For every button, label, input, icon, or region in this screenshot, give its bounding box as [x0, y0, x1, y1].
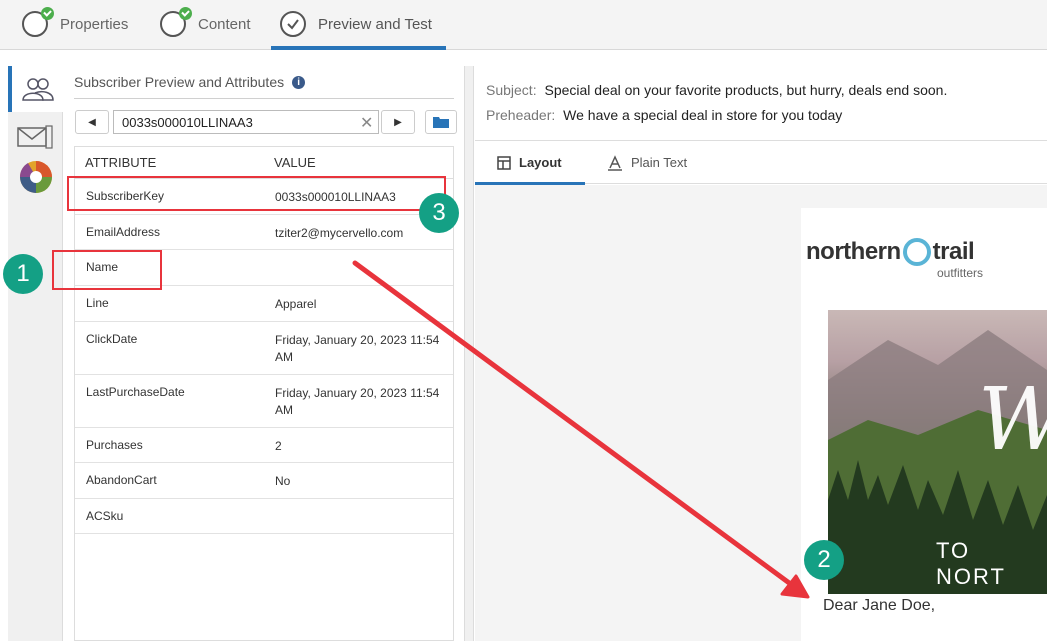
annotation-arrow	[352, 260, 810, 599]
subscriber-key-highlight	[67, 176, 446, 211]
name-row-highlight	[52, 250, 162, 290]
callout-badge-1: 1	[3, 254, 43, 294]
callout-badge-2: 2	[804, 540, 844, 580]
callout-badge-3: 3	[419, 193, 459, 233]
